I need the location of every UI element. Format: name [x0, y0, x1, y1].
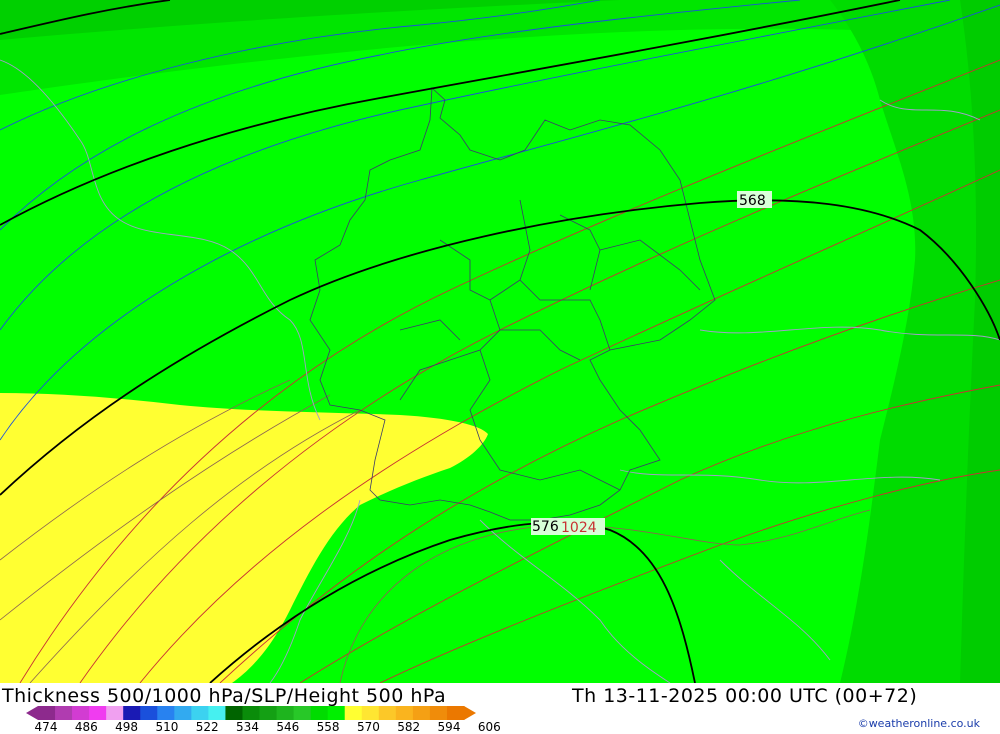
legend-tick-label: 594: [437, 720, 461, 734]
legend-cell: [310, 706, 329, 720]
height-label-576: 576: [532, 519, 559, 535]
legend-cell: [174, 706, 192, 720]
legend-cell: [208, 706, 226, 720]
legend-cell: [276, 706, 295, 720]
map-footer: Thickness 500/1000 hPa/SLP/Height 500 hP…: [0, 683, 1000, 734]
height-label-568: 568: [739, 193, 766, 209]
legend-tick-label: 522: [195, 720, 219, 734]
legend-cell: [89, 706, 107, 720]
legend-cell: [412, 706, 431, 720]
legend-tick-label: 474: [34, 720, 58, 734]
legend-tick-label: 510: [155, 720, 179, 734]
legend-tick-label: 558: [316, 720, 340, 734]
legend-tick-label: 486: [74, 720, 98, 734]
legend-cell: [106, 706, 124, 720]
legend-cell: [157, 706, 175, 720]
legend-cell: [38, 706, 56, 720]
weather-map: 568 576 1024: [0, 0, 1000, 683]
legend-cell: [378, 706, 397, 720]
legend-tick-label: 606: [477, 720, 501, 734]
legend-cell: [191, 706, 209, 720]
legend-cell: [293, 706, 312, 720]
credit-text[interactable]: ©weatheronline.co.uk: [858, 717, 980, 730]
map-valid-time: Th 13-11-2025 00:00 UTC (00+72): [572, 685, 918, 707]
legend-tick-label: 570: [356, 720, 380, 734]
legend-cell: [259, 706, 278, 720]
legend-cell: [361, 706, 380, 720]
legend-cell: [140, 706, 158, 720]
legend-tick-label: 534: [236, 720, 259, 734]
legend-arrow-right: [464, 706, 476, 720]
legend-cell: [327, 706, 346, 720]
legend-tick-label: 582: [397, 720, 421, 734]
legend-cell: [225, 706, 243, 720]
map-title: Thickness 500/1000 hPa/SLP/Height 500 hP…: [2, 685, 447, 707]
legend-cell: [395, 706, 414, 720]
legend-cell: [446, 706, 465, 720]
slp-label-1024: 1024: [561, 520, 597, 536]
legend-cell: [242, 706, 261, 720]
legend-arrow-left: [26, 706, 38, 720]
legend-cell: [429, 706, 448, 720]
legend-cell: [72, 706, 90, 720]
legend-cell: [55, 706, 73, 720]
legend-tick-label: 498: [115, 720, 139, 734]
legend-tick-label: 546: [276, 720, 300, 734]
color-legend: [26, 706, 476, 720]
legend-cell: [344, 706, 363, 720]
legend-cell: [123, 706, 141, 720]
